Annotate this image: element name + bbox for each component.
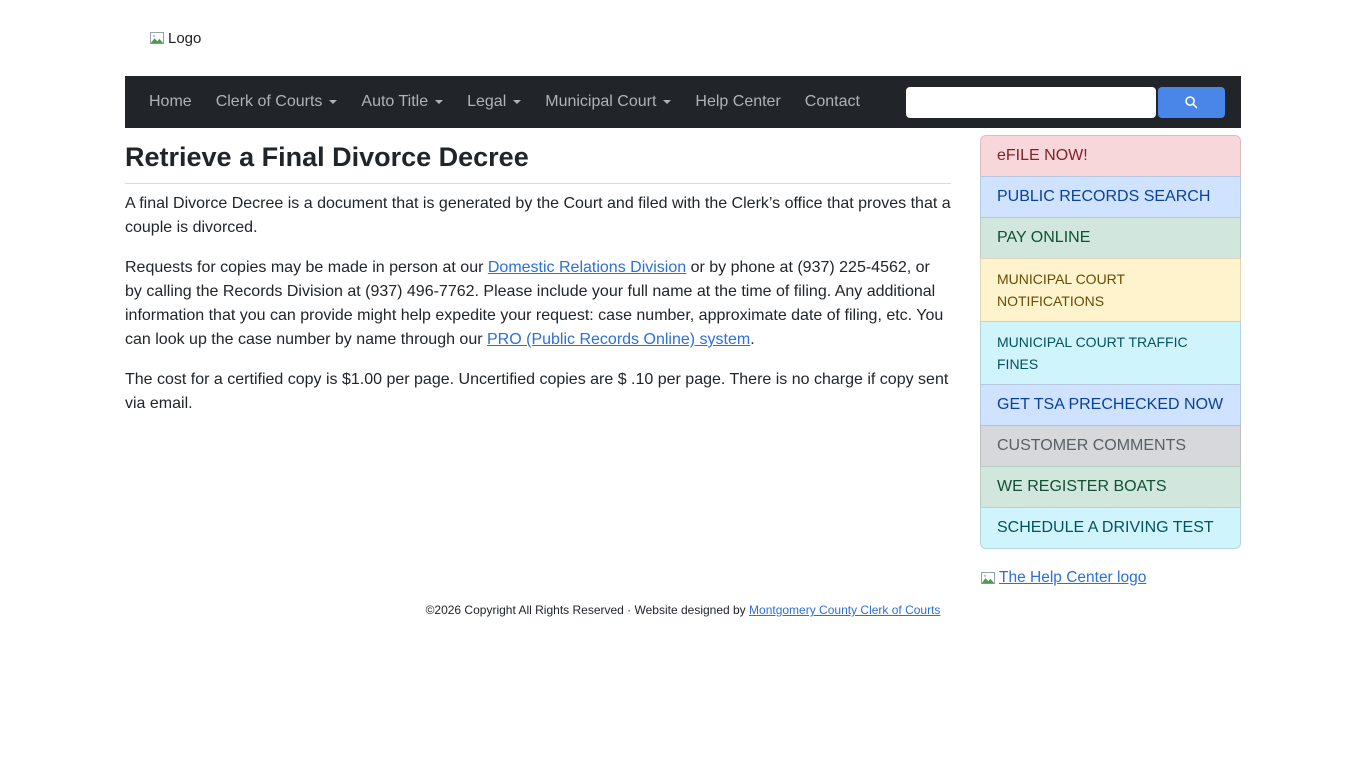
nav-item-label: Clerk of Courts [216,76,323,128]
nav-item-label: Contact [805,76,860,128]
paragraph-text: Requests for copies may be made in perso… [125,259,488,276]
chevron-down-icon [663,100,671,108]
sidebar-item-2[interactable]: PAY ONLINE [980,217,1241,259]
nav-item-label: Help Center [695,76,780,128]
sidebar-item-6[interactable]: CUSTOMER COMMENTS [980,425,1241,467]
sidebar-item-1[interactable]: PUBLIC RECORDS SEARCH [980,176,1241,218]
footer-clerk-link[interactable]: Montgomery County Clerk of Courts [749,603,940,617]
article-paragraph-2: Requests for copies may be made in perso… [125,256,951,352]
nav-item-label: Auto Title [361,76,428,128]
broken-image-icon [149,30,165,46]
sidebar-item-8[interactable]: SCHEDULE A DRIVING TEST [980,507,1241,549]
main-navbar: Home Clerk of Courts Auto Title Legal Mu… [125,76,1241,128]
chevron-down-icon [513,100,521,108]
sidebar-item-4[interactable]: MUNICIPAL COURT TRAFFIC FINES [980,321,1241,385]
sidebar-item-7[interactable]: WE REGISTER BOATS [980,466,1241,508]
article-paragraph-1: A final Divorce Decree is a document tha… [125,192,951,240]
article: Retrieve a Final Divorce Decree A final … [125,135,951,591]
sidebar-item-5[interactable]: GET TSA PRECHECKED NOW [980,384,1241,426]
logo-link[interactable]: Logo [149,30,201,47]
help-logo-alt-text: The Help Center logo [999,569,1146,587]
nav-item-home[interactable]: Home [137,76,204,128]
quick-links-list: eFILE NOW! PUBLIC RECORDS SEARCH PAY ONL… [980,135,1241,549]
chevron-down-icon [435,100,443,108]
nav-item-legal[interactable]: Legal [455,76,533,128]
nav-item-contact[interactable]: Contact [793,76,872,128]
domestic-relations-division-link[interactable]: Domestic Relations Division [488,259,686,276]
nav-item-help-center[interactable]: Help Center [683,76,792,128]
search-button[interactable] [1158,87,1225,118]
nav-item-auto-title[interactable]: Auto Title [349,76,455,128]
sidebar-item-3[interactable]: MUNICIPAL COURT NOTIFICATIONS [980,258,1241,322]
search-input[interactable] [906,87,1156,118]
copyright-text: ©2026 Copyright All Rights Reserved · We… [426,603,749,617]
paragraph-text: . [750,331,754,348]
page-title: Retrieve a Final Divorce Decree [125,141,951,173]
nav-item-label: Legal [467,76,506,128]
help-center-logo-link[interactable]: The Help Center logo [980,569,1146,587]
nav-item-municipal-court[interactable]: Municipal Court [533,76,683,128]
broken-image-icon [980,570,996,586]
footer: ©2026 Copyright All Rights Reserved · We… [125,591,1241,617]
article-paragraph-3: The cost for a certified copy is $1.00 p… [125,368,951,416]
nav-item-label: Municipal Court [545,76,656,128]
nav-item-label: Home [149,76,192,128]
pro-public-records-online-link[interactable]: PRO (Public Records Online) system [487,331,750,348]
search-form [906,87,1225,118]
sidebar-item-0[interactable]: eFILE NOW! [980,135,1241,177]
title-divider [125,183,951,184]
site-header: Logo [125,0,1241,76]
chevron-down-icon [329,100,337,108]
sidebar: eFILE NOW! PUBLIC RECORDS SEARCH PAY ONL… [980,135,1241,591]
search-icon [1184,95,1199,110]
logo-alt-text: Logo [168,30,201,47]
nav-item-clerk-of-courts[interactable]: Clerk of Courts [204,76,350,128]
